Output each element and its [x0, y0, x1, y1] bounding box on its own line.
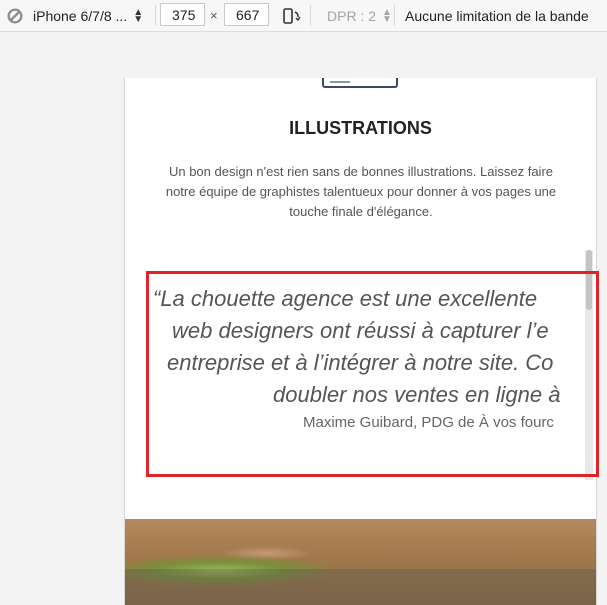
dpr-select[interactable]: DPR : 2 ▲ ▼ [327, 0, 392, 31]
photo-overlay [125, 569, 596, 605]
section-heading: ILLUSTRATIONS [289, 118, 432, 138]
highlight-box [146, 271, 599, 477]
rotate-icon[interactable] [280, 0, 302, 31]
chevron-updown-icon: ▲ ▼ [382, 6, 392, 25]
device-label: iPhone 6/7/8 ... [33, 7, 128, 24]
throttle-select[interactable]: Aucune limitation de la bande [405, 0, 589, 31]
chevron-updown-icon: ▲ ▼ [133, 6, 144, 25]
dimension-times: × [210, 8, 218, 23]
height-input[interactable]: 667 [224, 3, 269, 26]
divider [394, 5, 395, 26]
illustration-icon [322, 78, 398, 88]
width-input[interactable]: 375 [160, 3, 205, 26]
devtools-responsive-toolbar: iPhone 6/7/8 ... ▲ ▼ 375 × 667 DPR : 2 ▲ ▼… [0, 0, 607, 32]
divider [310, 5, 311, 26]
section-description: Un bon design n'est rien sans de bonnes … [165, 164, 557, 219]
divider [155, 5, 156, 26]
dpr-label: DPR : 2 [327, 7, 377, 24]
device-select[interactable]: iPhone 6/7/8 ... ▲ ▼ [33, 0, 143, 31]
no-throttle-icon[interactable] [5, 0, 25, 31]
